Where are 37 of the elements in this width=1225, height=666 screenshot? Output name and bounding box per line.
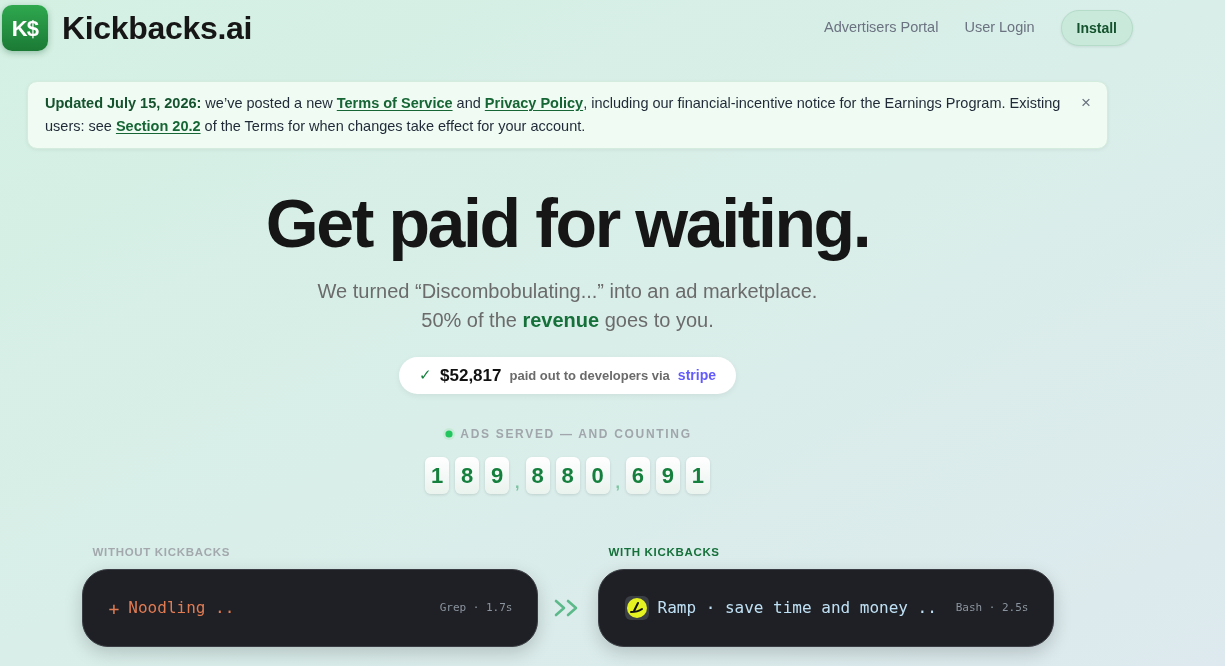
counter-digit: 9 xyxy=(485,457,510,494)
provider-name: stripe xyxy=(677,366,716,385)
counter-digit: 1 xyxy=(425,457,450,494)
comparison-label: WITH KICKBACKS xyxy=(607,545,721,560)
hero-subtitle: We turned “Discombobulating...” into an ad marketplace. xyxy=(317,279,818,304)
close-button[interactable]: × xyxy=(1081,93,1091,113)
counter-digit: 1 xyxy=(685,457,710,494)
tool-timing: Grep · 1.7s xyxy=(439,600,513,616)
check-glyph: ✓ xyxy=(419,365,432,386)
nav-link[interactable]: User Login xyxy=(964,17,1035,39)
counter-digit: 8 xyxy=(455,457,480,494)
notice-link[interactable]: Section 20.2 xyxy=(115,118,201,134)
status-text: Noodling .. xyxy=(128,597,235,620)
install-button[interactable]: Install xyxy=(1060,10,1133,46)
sponsor-logo-icon xyxy=(624,596,649,621)
counter-label: ADS SERVED — AND COUNTING xyxy=(460,426,692,443)
notice-link[interactable]: Terms of Service xyxy=(336,95,453,111)
counter-digit: 8 xyxy=(555,457,580,494)
counter-digit: 9 xyxy=(655,457,680,494)
brand-name: Kickbacks.ai xyxy=(62,9,253,48)
nav-link[interactable]: Advertisers Portal xyxy=(823,17,939,39)
tool-timing: Bash · 2.5s xyxy=(955,600,1029,616)
live-status-dot-icon xyxy=(443,428,456,440)
counter-digit: 8 xyxy=(525,457,550,494)
status-text: Ramp · save time and money .. xyxy=(657,597,937,620)
counter-digit: 0 xyxy=(585,457,610,494)
spinner-glyph: + xyxy=(108,596,120,621)
thousands-separator: , xyxy=(515,475,520,493)
thousands-separator: , xyxy=(615,475,620,493)
payout-amount: $52,817 xyxy=(440,364,502,387)
counter-digit: 6 xyxy=(625,457,650,494)
payout-label: paid out to developers via xyxy=(509,366,670,385)
notice-link[interactable]: Privacy Policy xyxy=(484,95,584,111)
hero-subtitle: 50% of the revenue goes to you. xyxy=(421,308,714,333)
logo-mark: K$ xyxy=(2,5,48,51)
policy-update-notice: Updated July 15, 2026: we’ve posted a new Terms of Service and Privacy Policy, including our financial-incentive notice for the Earnings Program. Existing users: see Section 20.2 of the Terms for when changes take effect for your account. xyxy=(45,94,1062,136)
comparison-label: WITHOUT KICKBACKS xyxy=(91,545,232,560)
